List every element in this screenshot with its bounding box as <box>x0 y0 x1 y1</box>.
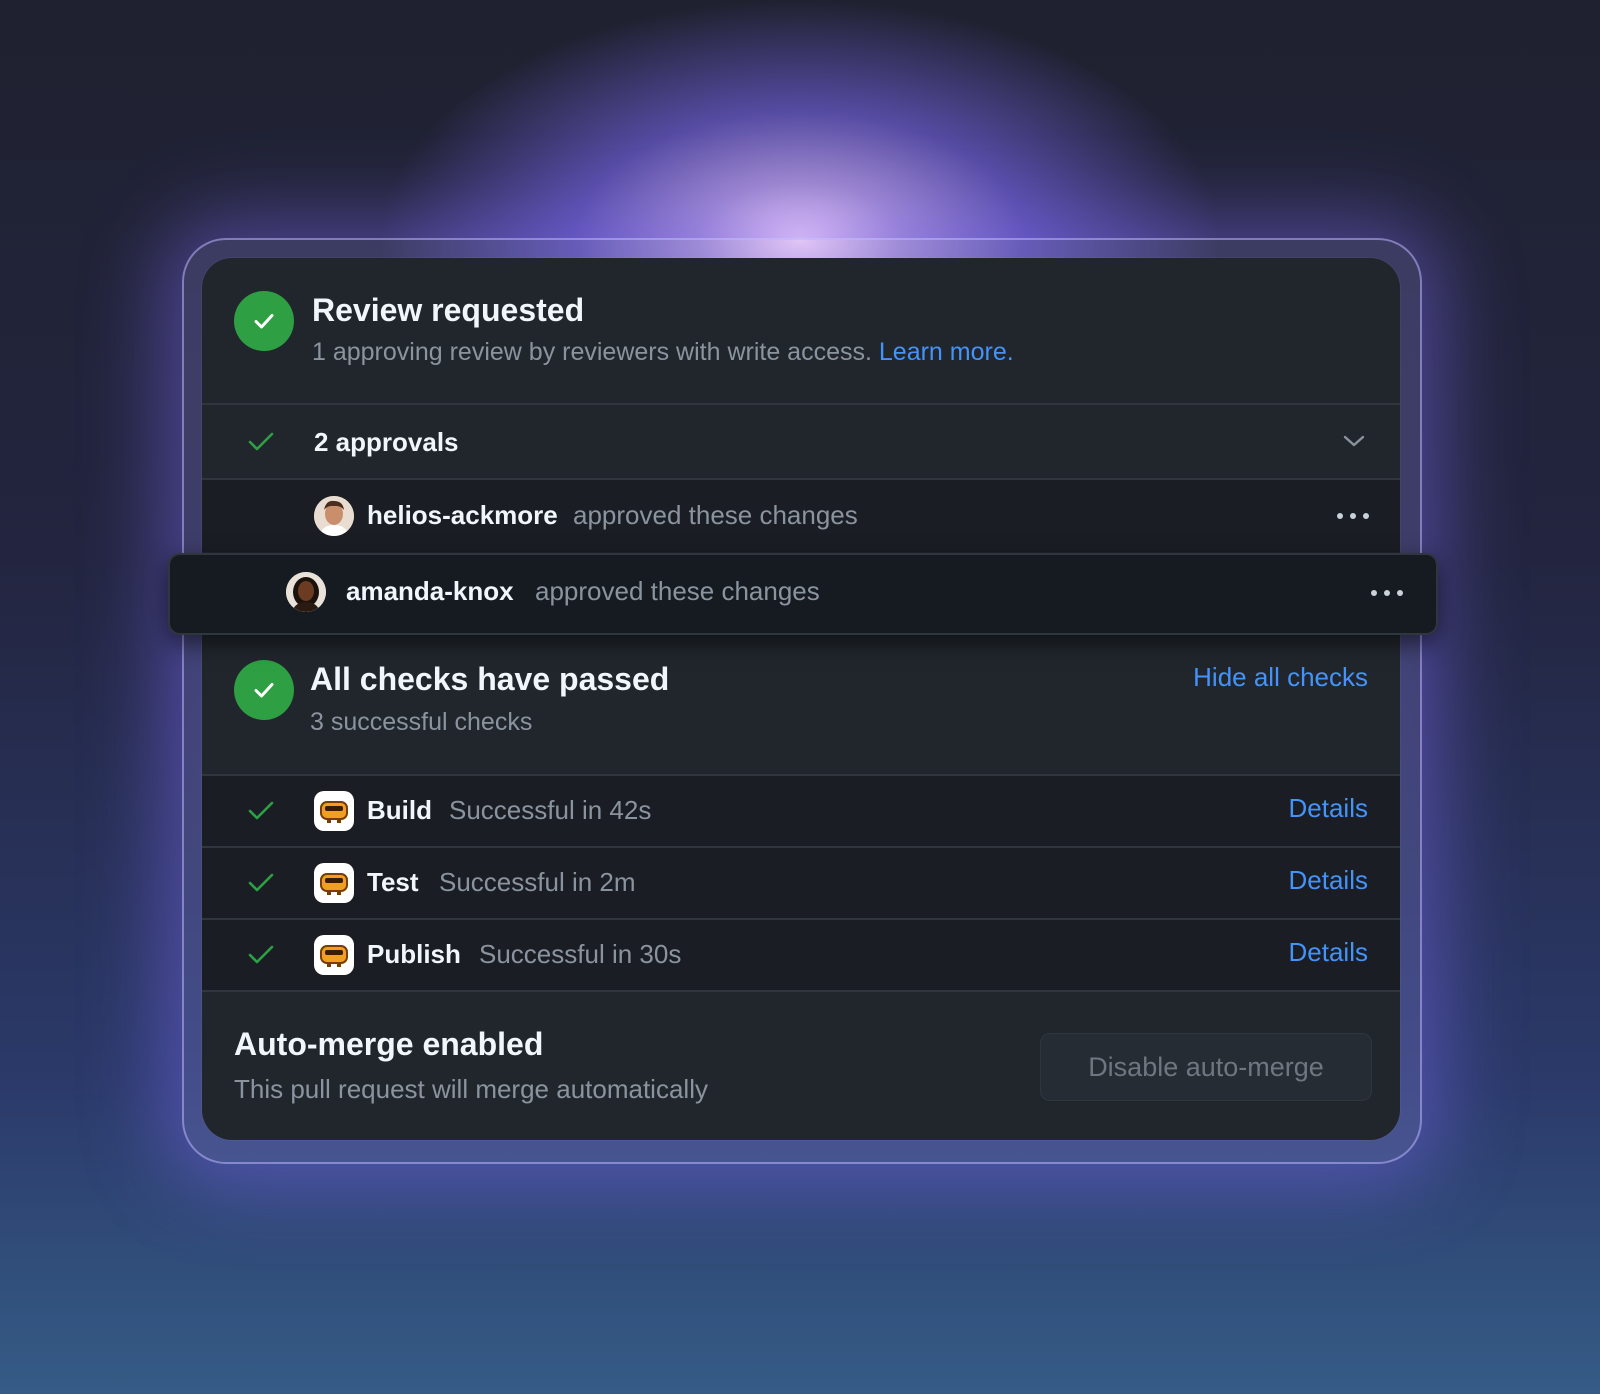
merge-box: Review requested 1 approving review by r… <box>202 258 1400 1140</box>
check-row: Build Successful in 42s Details <box>202 774 1400 846</box>
details-link[interactable]: Details <box>1289 865 1368 896</box>
check-status: Successful in 42s <box>449 795 652 825</box>
details-link[interactable]: Details <box>1289 937 1368 968</box>
review-title: Review requested <box>312 292 585 328</box>
avatar-helios-ackmore[interactable] <box>314 496 354 536</box>
check-name: Publish <box>367 939 461 969</box>
approver-name[interactable]: amanda-knox <box>346 576 514 607</box>
check-icon <box>248 873 274 892</box>
github-actions-app-icon <box>314 935 354 975</box>
checks-success-icon <box>234 660 294 720</box>
chevron-down-icon[interactable] <box>1342 433 1366 449</box>
review-success-icon <box>234 291 294 351</box>
check-name: Test <box>367 867 419 897</box>
review-subtitle: 1 approving review by reviewers with wri… <box>312 338 1014 367</box>
check-status: Successful in 30s <box>479 939 682 969</box>
approval-action: approved these changes <box>535 576 820 606</box>
learn-more-link[interactable]: Learn more. <box>879 338 1014 366</box>
more-options-icon[interactable] <box>1370 588 1404 598</box>
check-row: Publish Successful in 30s Details <box>202 918 1400 990</box>
details-link[interactable]: Details <box>1289 793 1368 824</box>
checks-title: All checks have passed <box>310 661 670 697</box>
approvals-row[interactable]: 2 approvals <box>202 403 1400 479</box>
check-icon <box>248 945 274 964</box>
avatar-image <box>286 572 326 612</box>
review-subtitle-text: 1 approving review by reviewers with wri… <box>312 338 872 366</box>
approval-action: approved these changes <box>573 500 858 530</box>
disable-automerge-button[interactable]: Disable auto-merge <box>1040 1033 1372 1101</box>
automerge-title: Auto-merge enabled <box>234 1026 544 1062</box>
github-actions-app-icon <box>314 863 354 903</box>
github-actions-app-icon <box>314 791 354 831</box>
avatar-amanda-knox[interactable] <box>286 572 326 612</box>
approvals-check-icon <box>248 432 274 451</box>
approval-item-highlighted: amanda-knox approved these changes <box>168 553 1438 635</box>
avatar-image <box>314 496 354 536</box>
approvals-label: 2 approvals <box>314 427 459 457</box>
more-options-icon[interactable] <box>1336 511 1370 521</box>
check-icon <box>248 801 274 820</box>
approver-name[interactable]: helios-ackmore <box>367 500 558 531</box>
checks-subtitle: 3 successful checks <box>310 708 533 736</box>
hide-all-checks-link[interactable]: Hide all checks <box>1193 662 1368 693</box>
check-status: Successful in 2m <box>439 867 636 897</box>
automerge-subtitle: This pull request will merge automatical… <box>234 1074 708 1104</box>
approval-item: helios-ackmore approved these changes <box>202 478 1400 552</box>
check-name: Build <box>367 795 432 825</box>
check-row: Test Successful in 2m Details <box>202 846 1400 918</box>
